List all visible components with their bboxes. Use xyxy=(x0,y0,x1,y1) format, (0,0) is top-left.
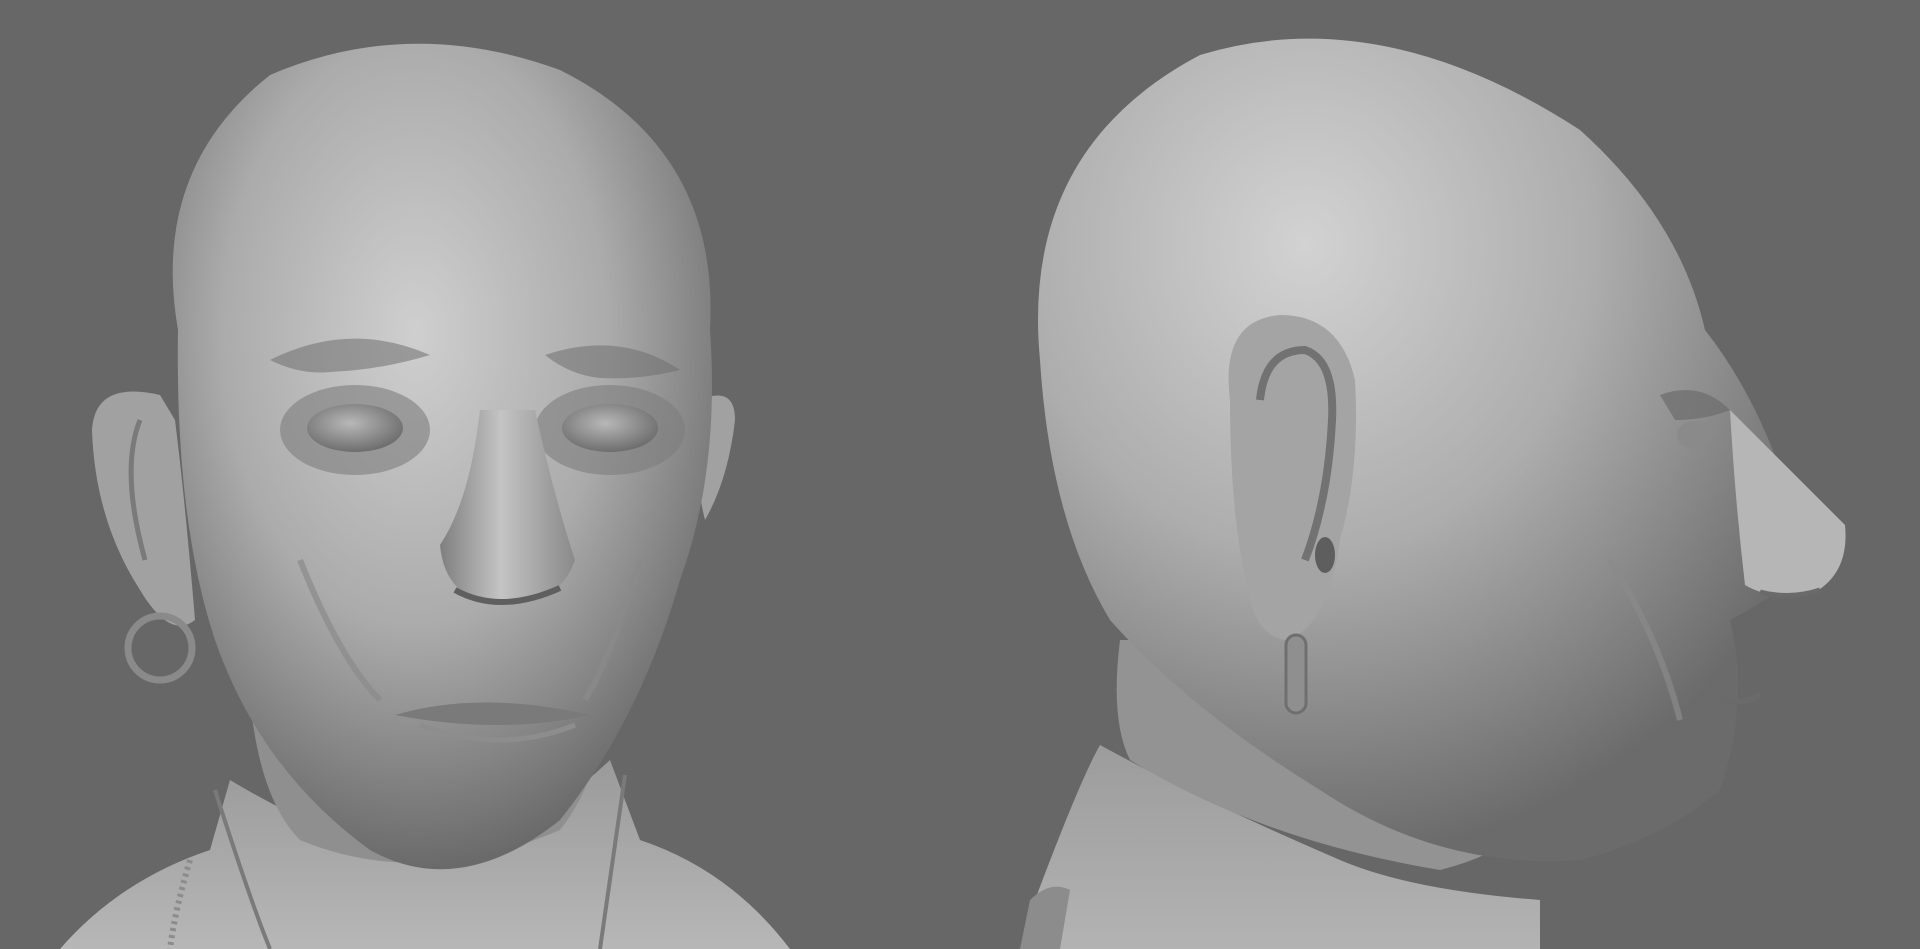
side-view-render xyxy=(1020,38,1846,949)
front-view xyxy=(0,0,960,949)
side-eye xyxy=(1677,421,1713,449)
front-left-eye xyxy=(307,404,403,452)
side-nose xyxy=(1730,410,1846,597)
render-canvas xyxy=(0,0,1920,949)
side-earring xyxy=(1284,633,1308,715)
front-right-eye xyxy=(562,404,658,452)
front-view-render xyxy=(60,43,790,949)
front-earring xyxy=(124,612,196,684)
side-view xyxy=(960,0,1920,949)
